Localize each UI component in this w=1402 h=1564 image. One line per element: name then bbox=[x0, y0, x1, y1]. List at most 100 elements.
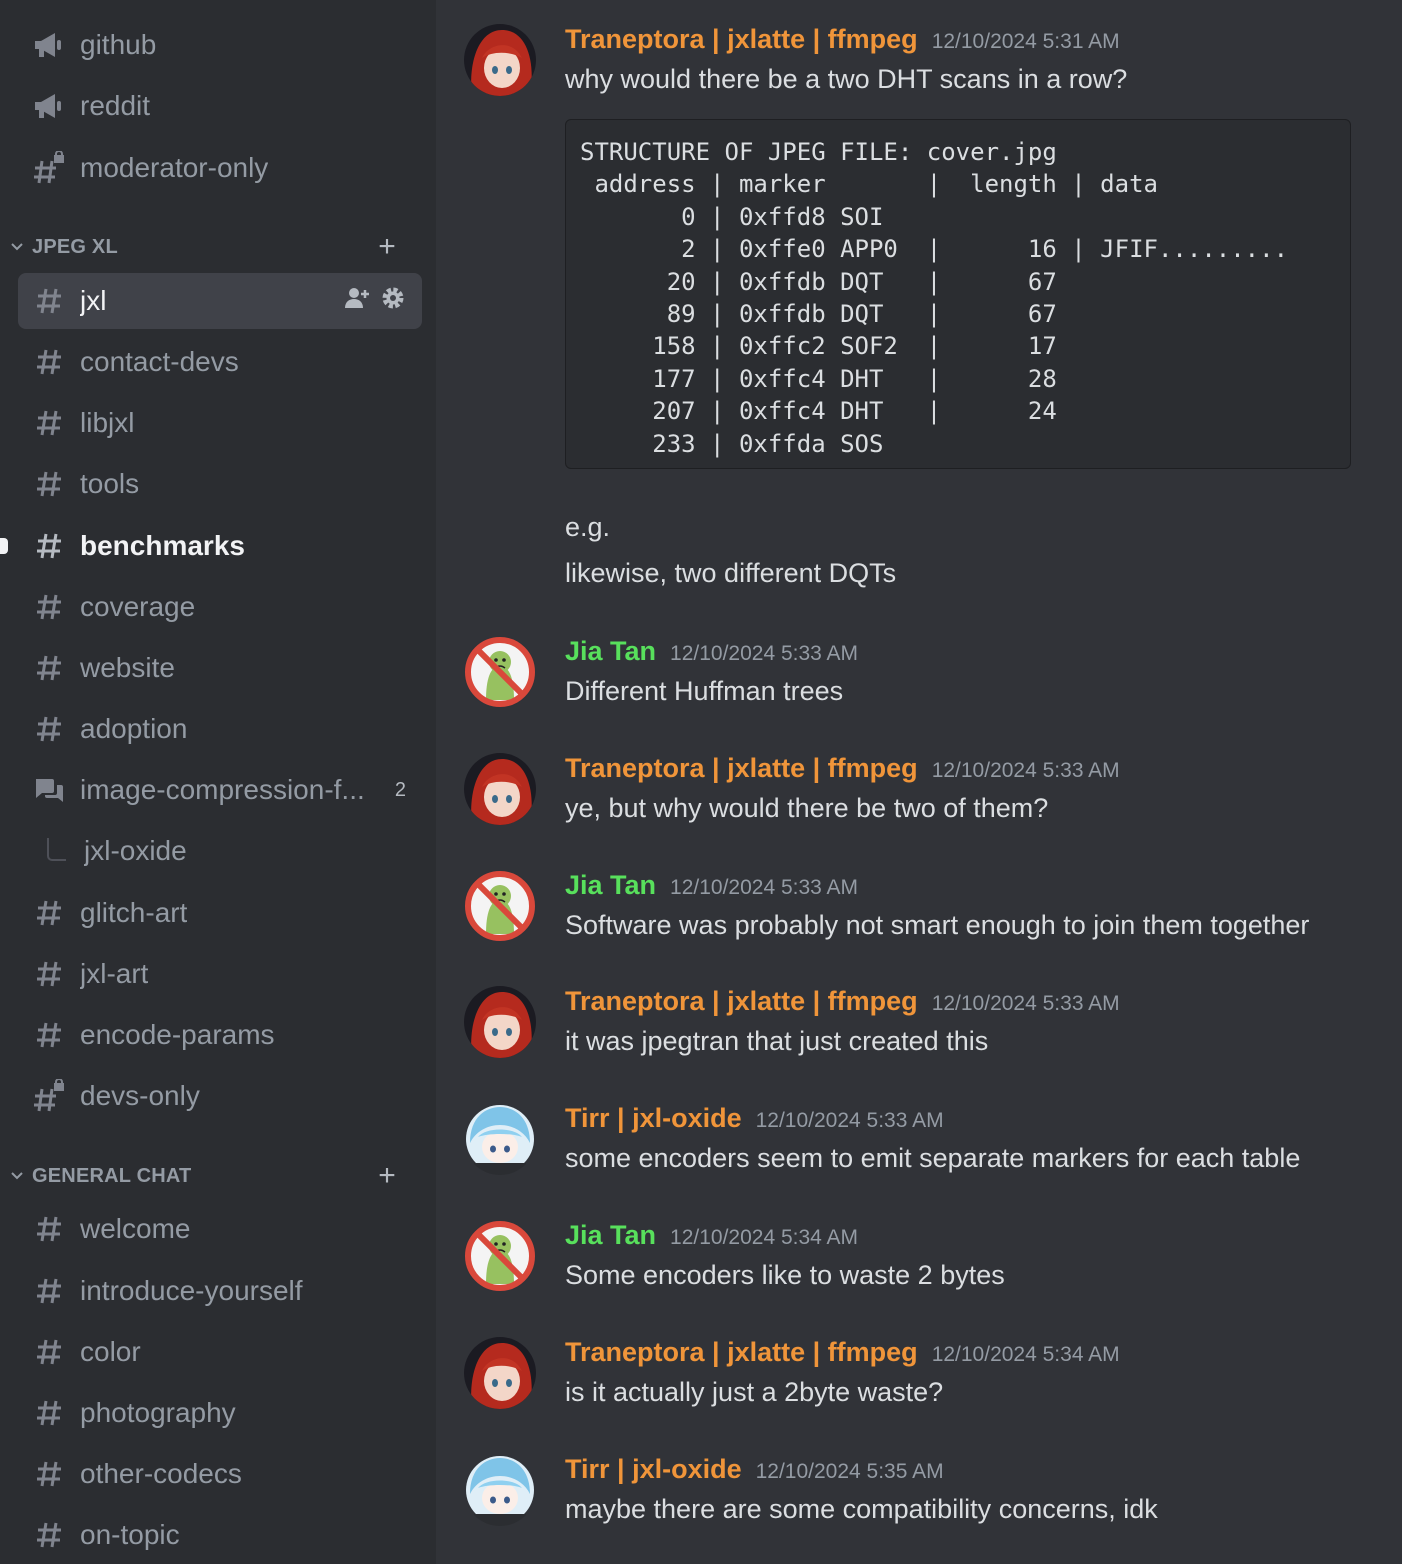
hash-icon bbox=[32, 345, 66, 379]
message-text: is it actually just a 2byte waste? bbox=[565, 1377, 944, 1407]
channel-reddit[interactable]: reddit bbox=[18, 78, 422, 134]
message: Traneptora | jxlatte | ffmpeg 12/10/2024 … bbox=[464, 1337, 1364, 1417]
channel-label: adoption bbox=[80, 713, 188, 744]
channel-benchmarks[interactable]: benchmarks bbox=[18, 518, 422, 574]
channel-photography[interactable]: photography bbox=[18, 1385, 422, 1441]
red-haired-anime-avatar[interactable] bbox=[464, 986, 536, 1058]
message: Traneptora | jxlatte | ffmpeg 12/10/2024 … bbox=[464, 753, 1364, 833]
message: Traneptora | jxlatte | ffmpeg 12/10/2024 … bbox=[464, 986, 1364, 1066]
channel-welcome[interactable]: welcome bbox=[18, 1201, 422, 1257]
unread-indicator bbox=[0, 538, 8, 554]
blue-haired-anime-avatar[interactable] bbox=[464, 1103, 536, 1175]
thread-jxl-oxide[interactable]: jxl-oxide bbox=[18, 823, 422, 879]
channel-label: photography bbox=[80, 1397, 236, 1428]
channel-libjxl[interactable]: libjxl bbox=[18, 395, 422, 451]
no-symbol-frog-avatar[interactable] bbox=[464, 636, 536, 708]
username[interactable]: Jia Tan bbox=[565, 1220, 656, 1250]
message-text: ye, but why would there be two of them? bbox=[565, 793, 1049, 823]
channel-tools[interactable]: tools bbox=[18, 456, 422, 512]
blue-haired-anime-avatar[interactable] bbox=[464, 1454, 536, 1526]
message-text: Different Huffman trees bbox=[565, 676, 844, 706]
hash-icon bbox=[32, 1457, 66, 1491]
channel-jxl[interactable]: jxl bbox=[18, 273, 422, 329]
category-name: GENERAL CHAT bbox=[32, 1164, 192, 1187]
username[interactable]: Traneptora | jxlatte | ffmpeg bbox=[565, 753, 918, 783]
channel-label: libjxl bbox=[80, 407, 135, 438]
hash-icon bbox=[32, 1518, 66, 1552]
channel-moderator-only[interactable]: moderator-only bbox=[18, 140, 422, 196]
channel-label: welcome bbox=[80, 1213, 191, 1244]
hash-icon bbox=[32, 957, 66, 991]
username[interactable]: Traneptora | jxlatte | ffmpeg bbox=[565, 986, 918, 1016]
category-general-chat[interactable]: GENERAL CHAT + bbox=[10, 1161, 414, 1191]
channel-devs-only[interactable]: devs-only bbox=[18, 1068, 422, 1124]
channel-label: introduce-yourself bbox=[80, 1275, 303, 1306]
message-text: Some encoders like to waste 2 bytes bbox=[565, 1260, 1005, 1290]
message-text: why would there be a two DHT scans in a … bbox=[565, 64, 1128, 94]
thread-branch-icon bbox=[40, 834, 74, 868]
channel-jxl-art[interactable]: jxl-art bbox=[18, 946, 422, 1002]
no-symbol-frog-avatar[interactable] bbox=[464, 870, 536, 942]
red-haired-anime-avatar[interactable] bbox=[464, 753, 536, 825]
username[interactable]: Traneptora | jxlatte | ffmpeg bbox=[565, 24, 918, 54]
channel-label: moderator-only bbox=[80, 152, 269, 183]
no-symbol-frog-avatar[interactable] bbox=[464, 1220, 536, 1292]
channel-adoption[interactable]: adoption bbox=[18, 701, 422, 757]
channel-on-topic[interactable]: on-topic bbox=[18, 1507, 422, 1563]
add-channel-icon[interactable]: + bbox=[378, 232, 396, 262]
code-block: STRUCTURE OF JPEG FILE: cover.jpg addres… bbox=[565, 119, 1351, 469]
username[interactable]: Tirr | jxl-oxide bbox=[565, 1454, 742, 1484]
message-text: some encoders seem to emit separate mark… bbox=[565, 1143, 1301, 1173]
code-block-text: STRUCTURE OF JPEG FILE: cover.jpg addres… bbox=[580, 138, 1289, 458]
username[interactable]: Jia Tan bbox=[565, 636, 656, 666]
username[interactable]: Traneptora | jxlatte | ffmpeg bbox=[565, 1337, 918, 1367]
channel-label: website bbox=[80, 652, 175, 683]
channel-introduce-yourself[interactable]: introduce-yourself bbox=[18, 1263, 422, 1319]
timestamp: 12/10/2024 5:33 AM bbox=[931, 992, 1120, 1015]
channel-coverage[interactable]: coverage bbox=[18, 579, 422, 635]
hash-icon bbox=[32, 1018, 66, 1052]
locked-hash-icon bbox=[32, 151, 66, 185]
add-channel-icon[interactable]: + bbox=[378, 1161, 396, 1191]
channel-contact-devs[interactable]: contact-devs bbox=[18, 334, 422, 390]
username[interactable]: Jia Tan bbox=[565, 870, 656, 900]
red-haired-anime-avatar[interactable] bbox=[464, 24, 536, 96]
channel-other-codecs[interactable]: other-codecs bbox=[18, 1446, 422, 1502]
hash-icon bbox=[32, 467, 66, 501]
channel-github[interactable]: github bbox=[18, 17, 422, 73]
channel-label: devs-only bbox=[80, 1080, 200, 1111]
timestamp: 12/10/2024 5:35 AM bbox=[755, 1460, 944, 1483]
channel-label: jxl bbox=[80, 285, 107, 316]
message: Traneptora | jxlatte | ffmpeg 12/10/2024 … bbox=[464, 24, 1364, 104]
message-text: Software was probably not smart enough t… bbox=[565, 910, 1310, 940]
channel-label: github bbox=[80, 29, 157, 60]
username[interactable]: Tirr | jxl-oxide bbox=[565, 1103, 742, 1133]
hash-icon bbox=[32, 896, 66, 930]
timestamp: 12/10/2024 5:33 AM bbox=[931, 759, 1120, 782]
channel-encode-params[interactable]: encode-params bbox=[18, 1007, 422, 1063]
timestamp: 12/10/2024 5:31 AM bbox=[931, 30, 1120, 53]
unread-count-badge: 2 bbox=[394, 778, 406, 801]
hash-icon bbox=[32, 590, 66, 624]
channel-color[interactable]: color bbox=[18, 1324, 422, 1380]
message-text: likewise, two different DQTs bbox=[565, 558, 897, 588]
channel-glitch-art[interactable]: glitch-art bbox=[18, 885, 422, 941]
channel-label: contact-devs bbox=[80, 346, 239, 377]
timestamp: 12/10/2024 5:33 AM bbox=[670, 876, 859, 899]
megaphone-icon bbox=[32, 28, 66, 62]
channel-label: benchmarks bbox=[80, 530, 245, 561]
channel-label: jxl-oxide bbox=[84, 835, 187, 866]
channel-image-compression-forum[interactable]: image-compression-f... 2 bbox=[18, 762, 422, 818]
invite-members-icon[interactable] bbox=[344, 286, 370, 316]
chevron-down-icon bbox=[10, 1171, 26, 1181]
hash-icon bbox=[32, 1335, 66, 1369]
channel-website[interactable]: website bbox=[18, 640, 422, 696]
channel-label: color bbox=[80, 1336, 141, 1367]
message-text: maybe there are some compatibility conce… bbox=[565, 1494, 1158, 1524]
category-jpeg-xl[interactable]: JPEG XL + bbox=[10, 232, 414, 262]
channel-label: jxl-art bbox=[80, 958, 149, 989]
channel-label: other-codecs bbox=[80, 1458, 242, 1489]
red-haired-anime-avatar[interactable] bbox=[464, 1337, 536, 1409]
gear-icon[interactable] bbox=[380, 285, 406, 317]
timestamp: 12/10/2024 5:33 AM bbox=[670, 642, 859, 665]
